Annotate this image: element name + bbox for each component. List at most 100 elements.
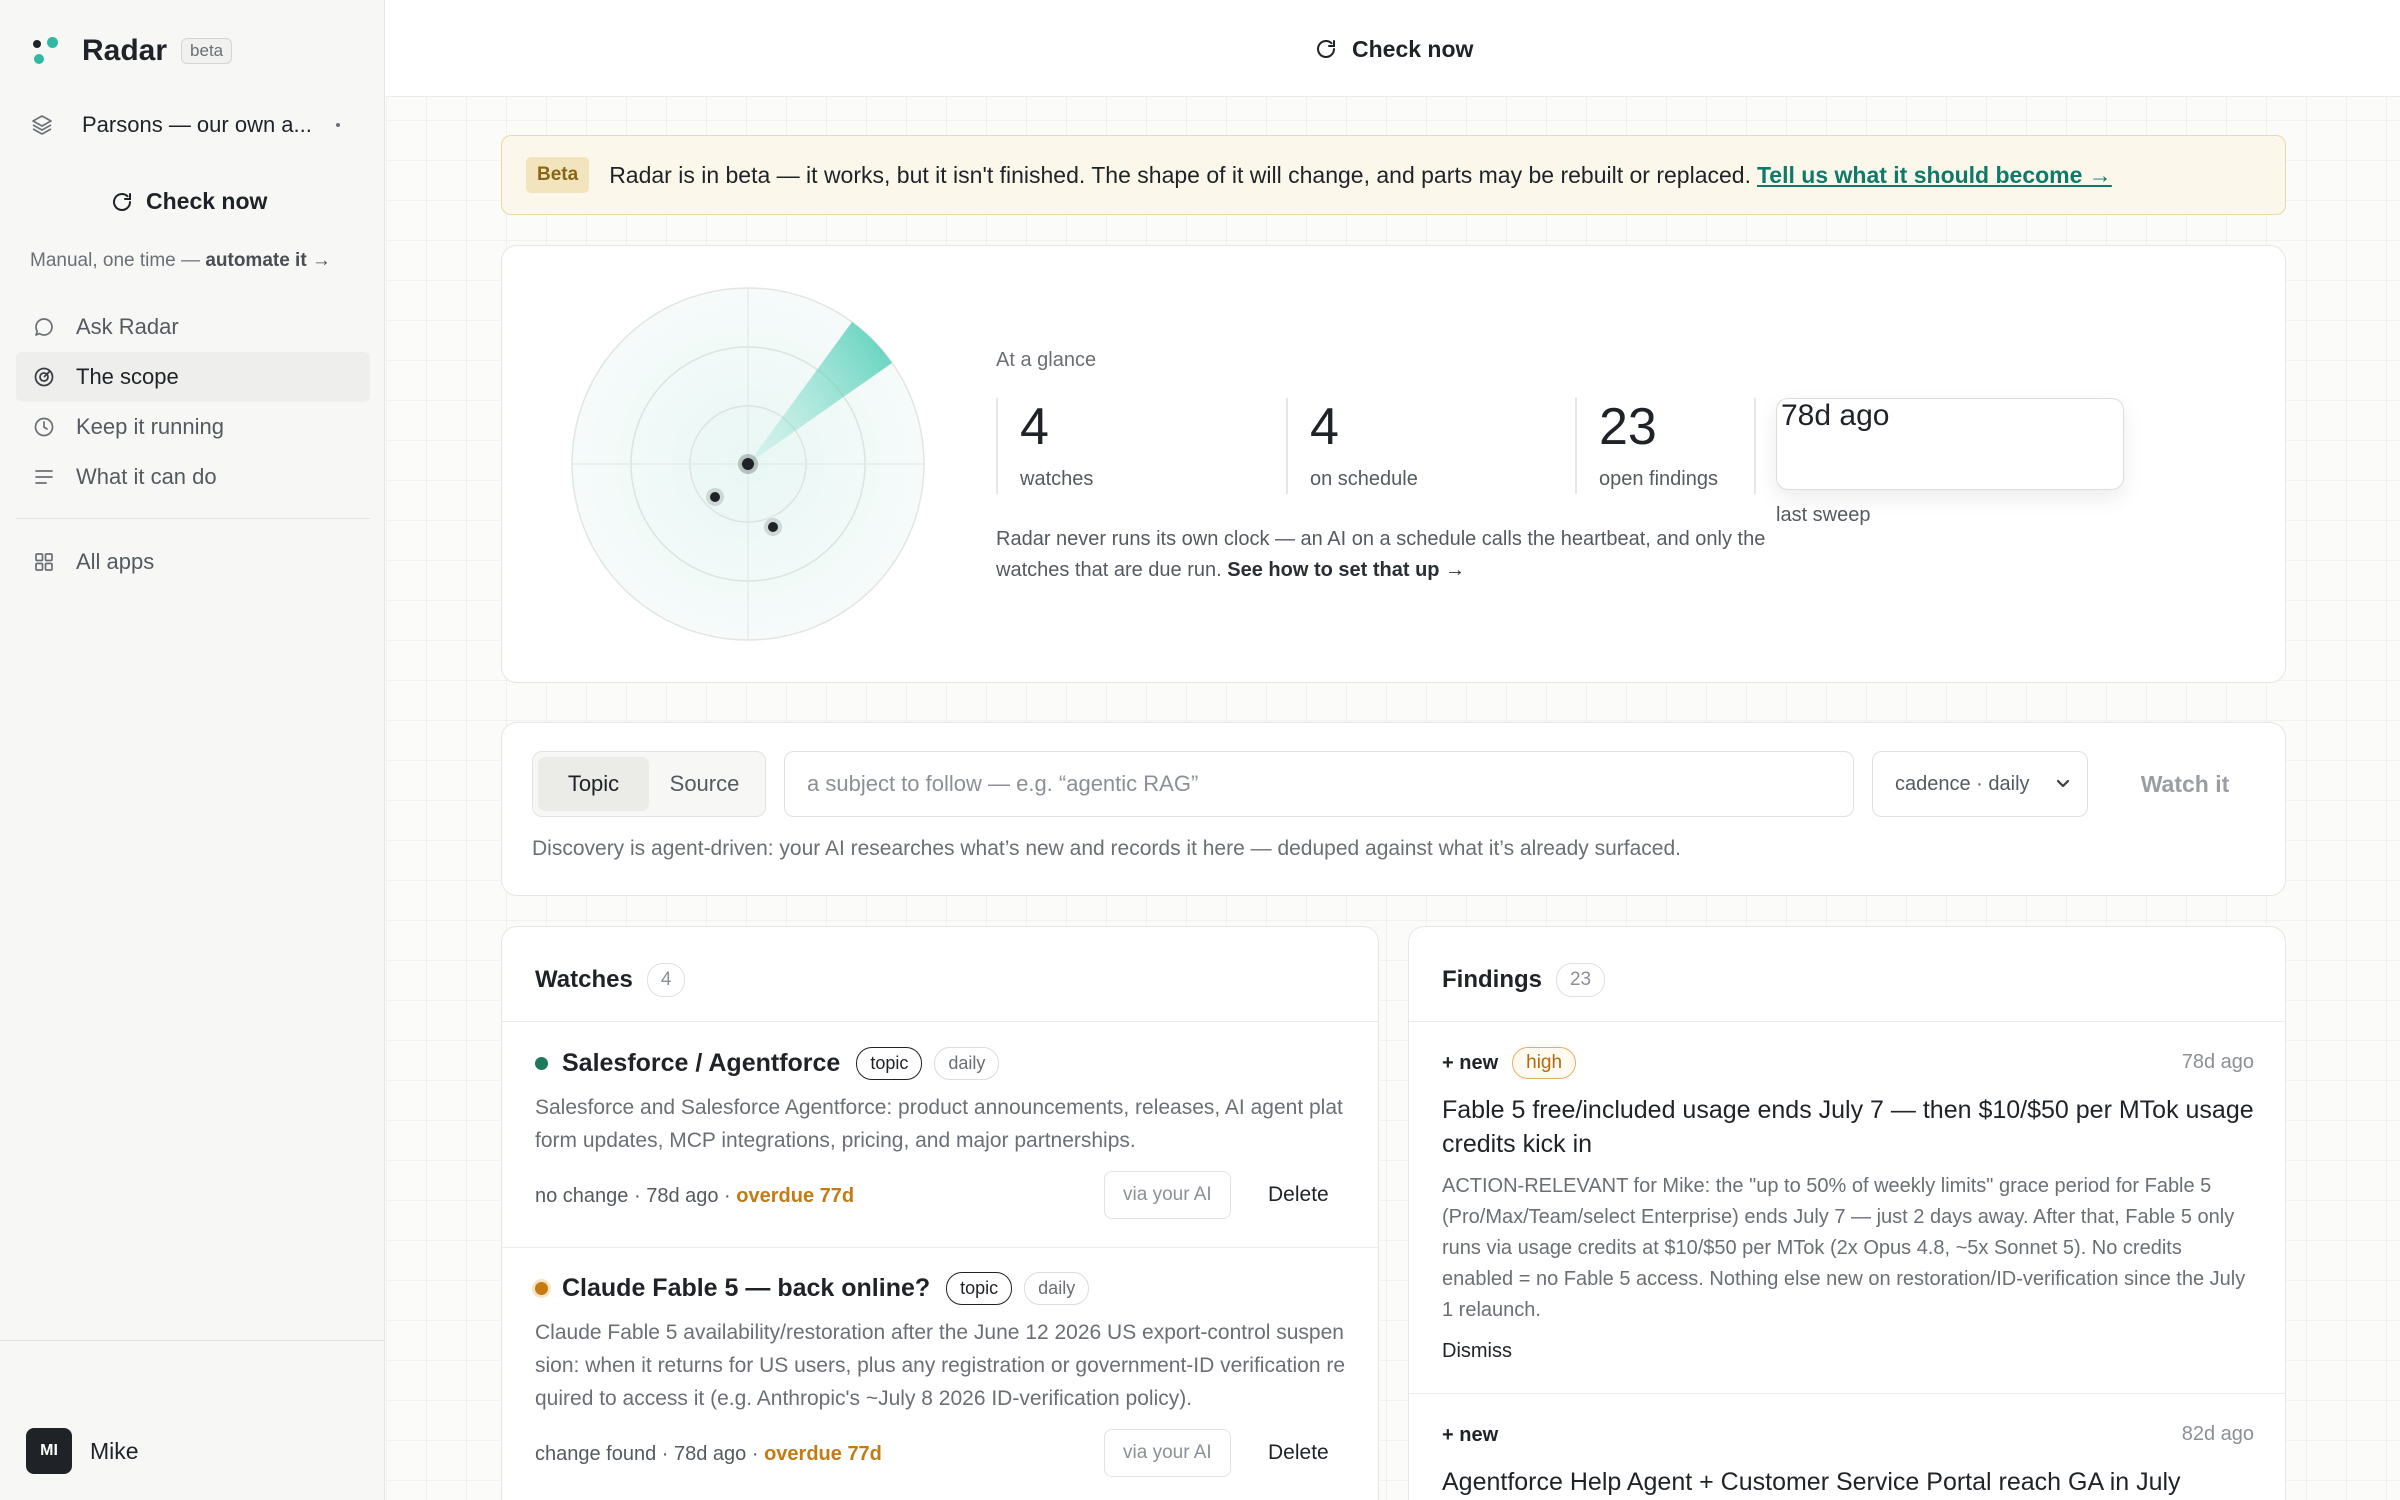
watches-title: Watches [535, 966, 633, 993]
watch-type-toggle: Topic Source [532, 751, 766, 817]
watch-description: Salesforce and Salesforce Agentforce: pr… [535, 1096, 1343, 1152]
watch-cadence-tag: daily [1024, 1271, 1090, 1305]
stat-label: on schedule [1310, 468, 1418, 490]
severity-badge: high [1512, 1047, 1577, 1079]
beta-badge: beta [181, 38, 233, 64]
grid-icon [35, 553, 53, 571]
feedback-link[interactable]: Tell us what it should become → [1757, 162, 2112, 189]
stat-value: 4 [1020, 398, 1049, 456]
list-item: Claude Fable 5 — back online? topic dail… [535, 1270, 1347, 1481]
user-menu[interactable]: MI Mike [26, 1428, 139, 1474]
chevron-down-icon [2056, 779, 2070, 788]
automation-hint: Manual, one time — automate it → [30, 250, 331, 272]
stat-value: 4 [1310, 398, 1339, 456]
findings-title: Findings [1442, 966, 1542, 993]
user-name: Mike [90, 1437, 139, 1464]
sidebar-item-what-it-can-do[interactable]: What it can do [16, 452, 370, 502]
finding-time: 82d ago [2181, 1423, 2254, 1445]
sidebar-nav: Ask Radar The scope Keep it running What… [16, 302, 370, 502]
finding-header: + new high 78d ago [1442, 1045, 2254, 1081]
sidebar-item-label: What it can do [76, 464, 217, 489]
clock-icon [34, 417, 54, 437]
via-your-ai-button[interactable]: via your AI [1104, 1171, 1231, 1219]
sidebar-item-all-apps[interactable]: All apps [16, 537, 370, 587]
watch-kind-tag: topic [856, 1046, 923, 1080]
cadence-select[interactable]: cadence · daily [1872, 751, 2088, 817]
finding-time: 78d ago [2181, 1051, 2254, 1073]
sidebar-item-label: Keep it running [76, 414, 224, 439]
tab-topic[interactable]: Topic [538, 757, 649, 811]
status-dot [535, 1056, 548, 1070]
stat-value: 23 [1599, 398, 1657, 456]
findings-count: 23 [1555, 963, 1606, 997]
top-bar: Check now [386, 0, 2400, 97]
beta-banner: Beta Radar is in beta — it works, but it… [501, 135, 2286, 215]
beta-tag: Beta [526, 157, 590, 193]
cadence-value: cadence · daily [1895, 772, 2030, 795]
finding-title[interactable]: Fable 5 free/included usage ends July 7 … [1442, 1093, 2254, 1161]
stat-watches: 4 watches [996, 398, 1093, 494]
watch-title[interactable]: Claude Fable 5 — back online? [562, 1274, 930, 1303]
sidebar-check-now-label: Check now [146, 188, 268, 214]
sidebar-item-keep-it-running[interactable]: Keep it running [16, 402, 370, 452]
avatar: MI [26, 1428, 72, 1474]
sidebar-footer-divider [0, 1340, 385, 1341]
via-your-ai-button[interactable]: via your AI [1104, 1429, 1231, 1477]
chat-bubble-icon [35, 318, 53, 336]
list-icon [35, 470, 53, 484]
divider [1409, 1021, 2285, 1022]
subject-input[interactable] [784, 751, 1854, 817]
watch-status: change found · 78d ago · [535, 1442, 759, 1465]
dismiss-button[interactable]: Dismiss [1442, 1340, 2254, 1363]
main-content: Check now Beta Radar is in beta — it wor… [386, 0, 2400, 1500]
delete-button[interactable]: Delete [1268, 1429, 1329, 1477]
divider [502, 1021, 1378, 1022]
watches-panel: Watches 4 Salesforce / Agentforce topic … [501, 926, 1379, 1500]
beta-message: Radar is in beta — it works, but it isn'… [609, 161, 1751, 188]
automate-link[interactable]: automate it → [205, 250, 331, 271]
radar-logo-icon [30, 36, 60, 66]
sidebar-item-label: Ask Radar [76, 314, 179, 339]
watch-title[interactable]: Salesforce / Agentforce [562, 1049, 840, 1078]
project-switcher[interactable]: Parsons — our own a... [30, 112, 360, 138]
last-sweep-value: 78d ago [1776, 398, 2124, 490]
project-menu-icon[interactable] [336, 123, 340, 127]
glance-label: At a glance [996, 349, 1097, 371]
tab-source[interactable]: Source [649, 757, 760, 811]
list-item: + new high 78d ago Fable 5 free/included… [1442, 1045, 2254, 1363]
new-badge: + new [1442, 1423, 1499, 1446]
stat-label: open findings [1599, 468, 1718, 490]
watch-cadence-tag: daily [934, 1046, 1000, 1080]
new-watch-card: Topic Source cadence · daily Watch it Di… [501, 722, 2286, 896]
schedule-note: Radar never runs its own clock — an AI o… [996, 524, 1796, 586]
stat-open-findings: 23 open findings [1575, 398, 1718, 494]
overdue-badge: overdue 77d [736, 1184, 855, 1207]
sidebar-check-now-button[interactable]: Check now [110, 188, 267, 215]
list-item: Salesforce / Agentforce topic daily Sale… [535, 1045, 1347, 1223]
setup-link[interactable]: See how to set that up → [1227, 559, 1465, 581]
check-now-button[interactable]: Check now [1296, 28, 1492, 70]
layers-icon [32, 115, 52, 135]
watch-it-button[interactable]: Watch it [2100, 751, 2270, 817]
overdue-badge: overdue 77d [764, 1442, 882, 1465]
stat-on-schedule: 4 on schedule [1286, 398, 1418, 494]
findings-panel: Findings 23 + new high 78d ago Fable 5 f… [1408, 926, 2286, 1500]
sidebar: Radar beta Parsons — our own a... Check … [0, 0, 385, 1500]
watches-header: Watches 4 [535, 963, 686, 997]
check-now-label: Check now [1352, 35, 1474, 62]
sidebar-divider [16, 518, 370, 519]
project-name: Parsons — our own a... [82, 112, 312, 137]
brand[interactable]: Radar beta [30, 34, 233, 68]
sidebar-item-ask-radar[interactable]: Ask Radar [16, 302, 370, 352]
finding-title[interactable]: Agentforce Help Agent + Customer Service… [1442, 1465, 2254, 1499]
refresh-icon [113, 192, 131, 211]
stat-label: watches [1020, 468, 1094, 490]
findings-header: Findings 23 [1442, 963, 1606, 997]
radar-scope-icon [571, 287, 925, 641]
brand-name: Radar [82, 34, 168, 67]
divider [502, 1247, 1378, 1248]
watch-header: Claude Fable 5 — back online? topic dail… [535, 1270, 1347, 1306]
sidebar-item-the-scope[interactable]: The scope [16, 352, 370, 402]
glance-card: At a glance 4 watches 4 on schedule 23 o… [501, 245, 2286, 683]
delete-button[interactable]: Delete [1268, 1171, 1329, 1219]
